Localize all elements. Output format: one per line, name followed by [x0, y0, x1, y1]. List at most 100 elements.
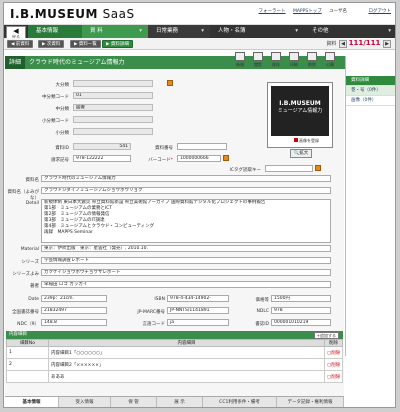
btab-storage[interactable]: 保 管: [111, 397, 157, 407]
toc-text-field[interactable]: 内容細目1「○○○○○○」: [48, 346, 325, 359]
price-field[interactable]: 1500円: [271, 295, 331, 302]
link-mapps-top[interactable]: MAPPSトップ: [293, 9, 322, 14]
barcode-field[interactable]: 1000000666: [177, 155, 221, 162]
label-series: シリーズ: [21, 260, 39, 265]
series-yomi-field[interactable]: ガクゲイジョウホウチョウサレポート: [41, 269, 331, 276]
label-shiryo-no: 資料番号: [155, 146, 173, 151]
print-tool-button[interactable]: 印刷: [286, 52, 302, 70]
zoom-button[interactable]: 🔍拡大: [290, 149, 312, 158]
tab-person[interactable]: 人物・名簿 ▾: [210, 25, 304, 38]
pager-next-button[interactable]: ▶: [383, 40, 391, 48]
shoshi-field[interactable]: 000001010219: [271, 319, 331, 326]
delete-checkbox[interactable]: ▢削除: [324, 346, 343, 359]
label-shiryo-id: 資料ID: [55, 146, 69, 151]
ndlc-field[interactable]: 978: [271, 307, 331, 314]
col-del: 削除: [324, 339, 343, 347]
edit-icon[interactable]: [167, 80, 173, 86]
tab-shiryo[interactable]: 資 料 ▾: [82, 25, 148, 38]
series-field[interactable]: 学芸情報調査レポート: [41, 257, 331, 264]
shiryomei-field[interactable]: クラウド時代のミュージアム情報力: [41, 175, 331, 182]
record-tools: 新規 閲覧 保存 印刷 削除 公開: [232, 52, 344, 70]
delete-checkbox[interactable]: ▢削除: [324, 358, 343, 371]
next-record-button[interactable]: ▶ 次資料: [38, 40, 65, 48]
side-item-volumes[interactable]: 巻・号（0件）: [346, 86, 395, 96]
label-ndlc: NDLC: [256, 309, 269, 314]
label-author: 著者: [30, 284, 39, 289]
side-item-images[interactable]: 画像（0件）: [346, 96, 395, 106]
sho2-field[interactable]: [73, 128, 153, 135]
material-field[interactable]: 東京：伊吹出版 東京：星雲社（発売）, 2010.10.: [41, 245, 331, 252]
col-content: 内容細目: [48, 339, 325, 347]
publish-tool-button[interactable]: 公開: [322, 52, 338, 70]
label-chu1: 中分類コード: [42, 95, 69, 100]
detail-button[interactable]: ▶ 資料詳細: [102, 40, 133, 48]
tab-other[interactable]: その他 ▾: [304, 25, 395, 38]
top-links: フォーラート MAPPSトップ ユーザ名 ログアウト: [253, 8, 391, 14]
save-tool-button[interactable]: 保存: [268, 52, 284, 70]
btab-accept[interactable]: 受入情報: [59, 397, 111, 407]
delete-tool-button[interactable]: 削除: [304, 52, 320, 70]
btab-basic[interactable]: 基本情報: [5, 397, 59, 407]
edit-icon[interactable]: [223, 155, 229, 161]
label-price: 価格等: [255, 298, 270, 303]
prev-record-button[interactable]: ◀ 前資料: [7, 40, 34, 48]
seikyu-field[interactable]: 978-122222: [73, 155, 131, 162]
yomi-field[interactable]: クラウドジダイノミュージアムジョウホウリョク: [41, 187, 331, 194]
label-isbn: ISBN: [154, 297, 165, 302]
author-field[interactable]: 早稲田 ロゴ ガッカイ: [41, 281, 331, 288]
shiryo-no-field[interactable]: [177, 143, 227, 150]
chevron-down-icon: ▾: [295, 28, 298, 34]
date-field[interactable]: 239p：21cm.: [41, 295, 107, 302]
pager-prev-button[interactable]: ◀: [339, 40, 348, 48]
zenkoku-field[interactable]: 21832497: [41, 307, 107, 314]
register-image-checkbox[interactable]: 画像を登録: [294, 138, 319, 144]
detail-field[interactable]: 新規体制 東日本大震災 県立資料館新設 県立美術館アーカイブ 国際資料館デジタル…: [41, 199, 331, 243]
label-chu2: 中分類: [55, 107, 70, 112]
tab-daily[interactable]: 日常業務 ▾: [148, 25, 210, 38]
chu2-field[interactable]: 図書: [73, 104, 153, 111]
link-forum[interactable]: フォーラート: [259, 9, 286, 14]
label-detail: Detail: [25, 201, 39, 206]
publish-icon: [325, 52, 335, 61]
new-tool-button[interactable]: 新規: [232, 52, 248, 70]
list-button[interactable]: ▶ 資料一覧: [70, 40, 101, 48]
side-item-detail[interactable]: 資料詳細: [346, 76, 395, 86]
toc-table: 細目No 内容細目 削除 1 内容細目1「○○○○○○」 ▢削除 2 内容細目2「××××…: [6, 339, 343, 383]
new-icon: [235, 52, 245, 61]
toc-no-field[interactable]: 1: [6, 346, 49, 359]
lang-field[interactable]: ja: [167, 319, 229, 326]
btab-usage[interactable]: CC1利用条件・備考: [203, 397, 277, 407]
toc-no-field[interactable]: [6, 370, 49, 383]
view-tool-button[interactable]: 閲覧: [250, 52, 266, 70]
logout-link[interactable]: ログアウト: [369, 9, 392, 14]
isbn-field[interactable]: 978-4-434-14902-: [167, 295, 229, 302]
chu1-field[interactable]: 01: [73, 92, 153, 99]
table-row: 2 内容細目2「××××××」 ▢削除: [6, 358, 343, 371]
sho1-field[interactable]: [73, 116, 153, 123]
label-lang: 言語コード: [142, 322, 166, 327]
btab-rights[interactable]: データ記録・権利情報: [277, 397, 344, 407]
chevron-down-icon: ▾: [201, 28, 204, 34]
ndc-field[interactable]: 148.8: [41, 319, 107, 326]
header: I.B.MUSEUM SaaS フォーラート MAPPSトップ ユーザ名 ログア…: [4, 3, 395, 25]
user-name: ユーザ名: [329, 9, 348, 14]
label-barcode: バーコード: [148, 158, 171, 163]
delete-checkbox[interactable]: ▢削除: [324, 370, 343, 383]
toc-no-field[interactable]: 2: [6, 358, 49, 371]
add-toc-button[interactable]: +追加する: [313, 332, 339, 339]
pager: 資料 ◀ 111/111 ▶: [326, 39, 391, 48]
print-icon: [289, 52, 299, 61]
dai-bunrui-field[interactable]: [73, 80, 153, 87]
jpmarc-field[interactable]: JP-NNTS/1141891: [167, 307, 229, 314]
table-row: あああ ▢削除: [6, 370, 343, 383]
btab-exhibit[interactable]: 展 示: [157, 397, 203, 407]
label-sho1: 小分類コード: [42, 119, 69, 124]
ictag-field[interactable]: [265, 165, 313, 172]
tab-basic[interactable]: 基本情報: [28, 25, 82, 38]
label-jpmarc: JP-MARC番号: [137, 310, 165, 315]
edit-icon[interactable]: [315, 165, 321, 171]
toc-text-field[interactable]: あああ: [48, 370, 325, 383]
label-ictag: ICタグ読取キー: [229, 168, 261, 173]
delete-icon: [307, 52, 317, 61]
toc-text-field[interactable]: 内容細目2「××××××」: [48, 358, 325, 371]
